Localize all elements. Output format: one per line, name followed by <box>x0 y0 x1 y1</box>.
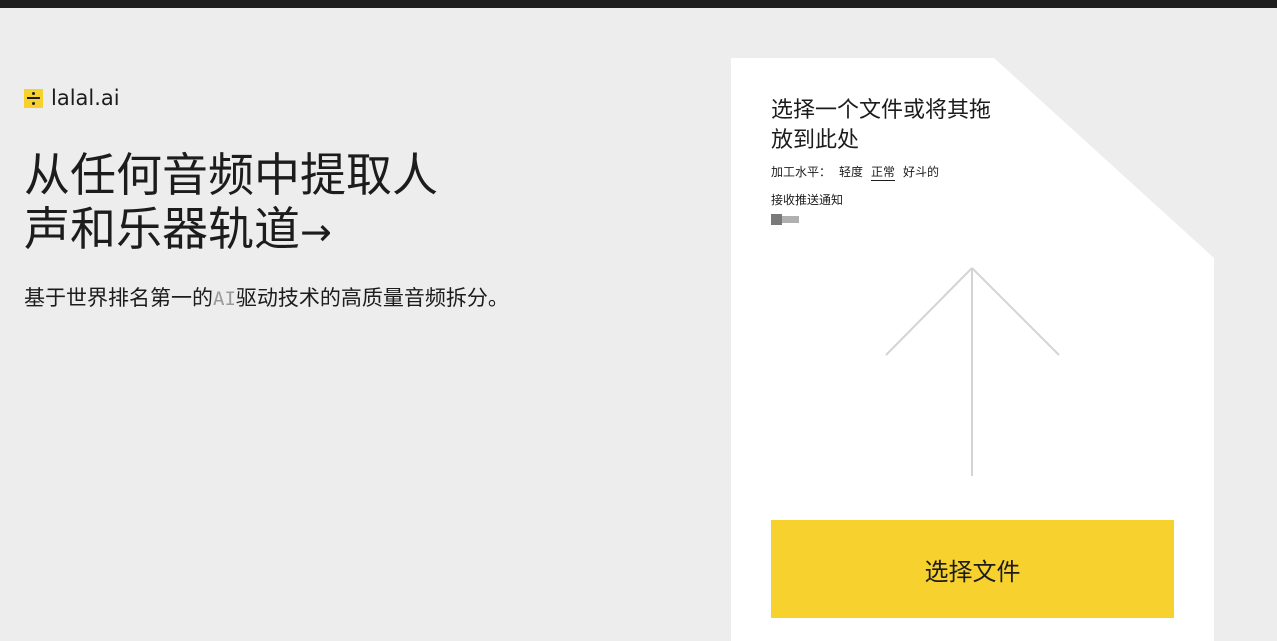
lalal-logo-icon <box>24 88 43 108</box>
title-line-2: 声和乐器轨道 <box>24 202 300 256</box>
push-notification-label: 接收推送通知 <box>771 193 844 207</box>
subtitle-post: 驱动技术的高质量音频拆分。 <box>235 286 509 310</box>
push-notification-toggle[interactable] <box>771 214 799 225</box>
processing-level-label: 加工水平： <box>771 165 832 179</box>
brand[interactable]: lalal.ai <box>24 86 120 110</box>
brand-name: lalal.ai <box>51 86 120 110</box>
page-subtitle: 基于世界排名第一的AI驱动技术的高质量音频拆分。 <box>24 284 514 314</box>
subtitle-pre: 基于世界排名第一的 <box>24 286 213 310</box>
page-title: 从任何音频中提取人 声和乐器轨道→ <box>24 148 494 259</box>
level-option-aggressive[interactable]: 好斗的 <box>903 164 939 181</box>
top-bar <box>0 0 1277 8</box>
title-line-1: 从任何音频中提取人 <box>24 148 438 202</box>
processing-level: 加工水平： 轻度 正常 好斗的 <box>771 164 939 181</box>
choose-file-button[interactable]: 选择文件 <box>771 520 1174 618</box>
arrow-right-icon: → <box>300 210 332 254</box>
upload-arrow-icon <box>885 267 1060 476</box>
upload-title: 选择一个文件或将其拖放到此处 <box>771 98 992 153</box>
level-option-light[interactable]: 轻度 <box>839 164 863 181</box>
upload-dropzone[interactable]: 选择一个文件或将其拖放到此处 加工水平： 轻度 正常 好斗的 接收推送通知 选择… <box>731 58 1214 641</box>
subtitle-ai: AI <box>213 288 236 310</box>
level-option-normal[interactable]: 正常 <box>871 164 896 181</box>
